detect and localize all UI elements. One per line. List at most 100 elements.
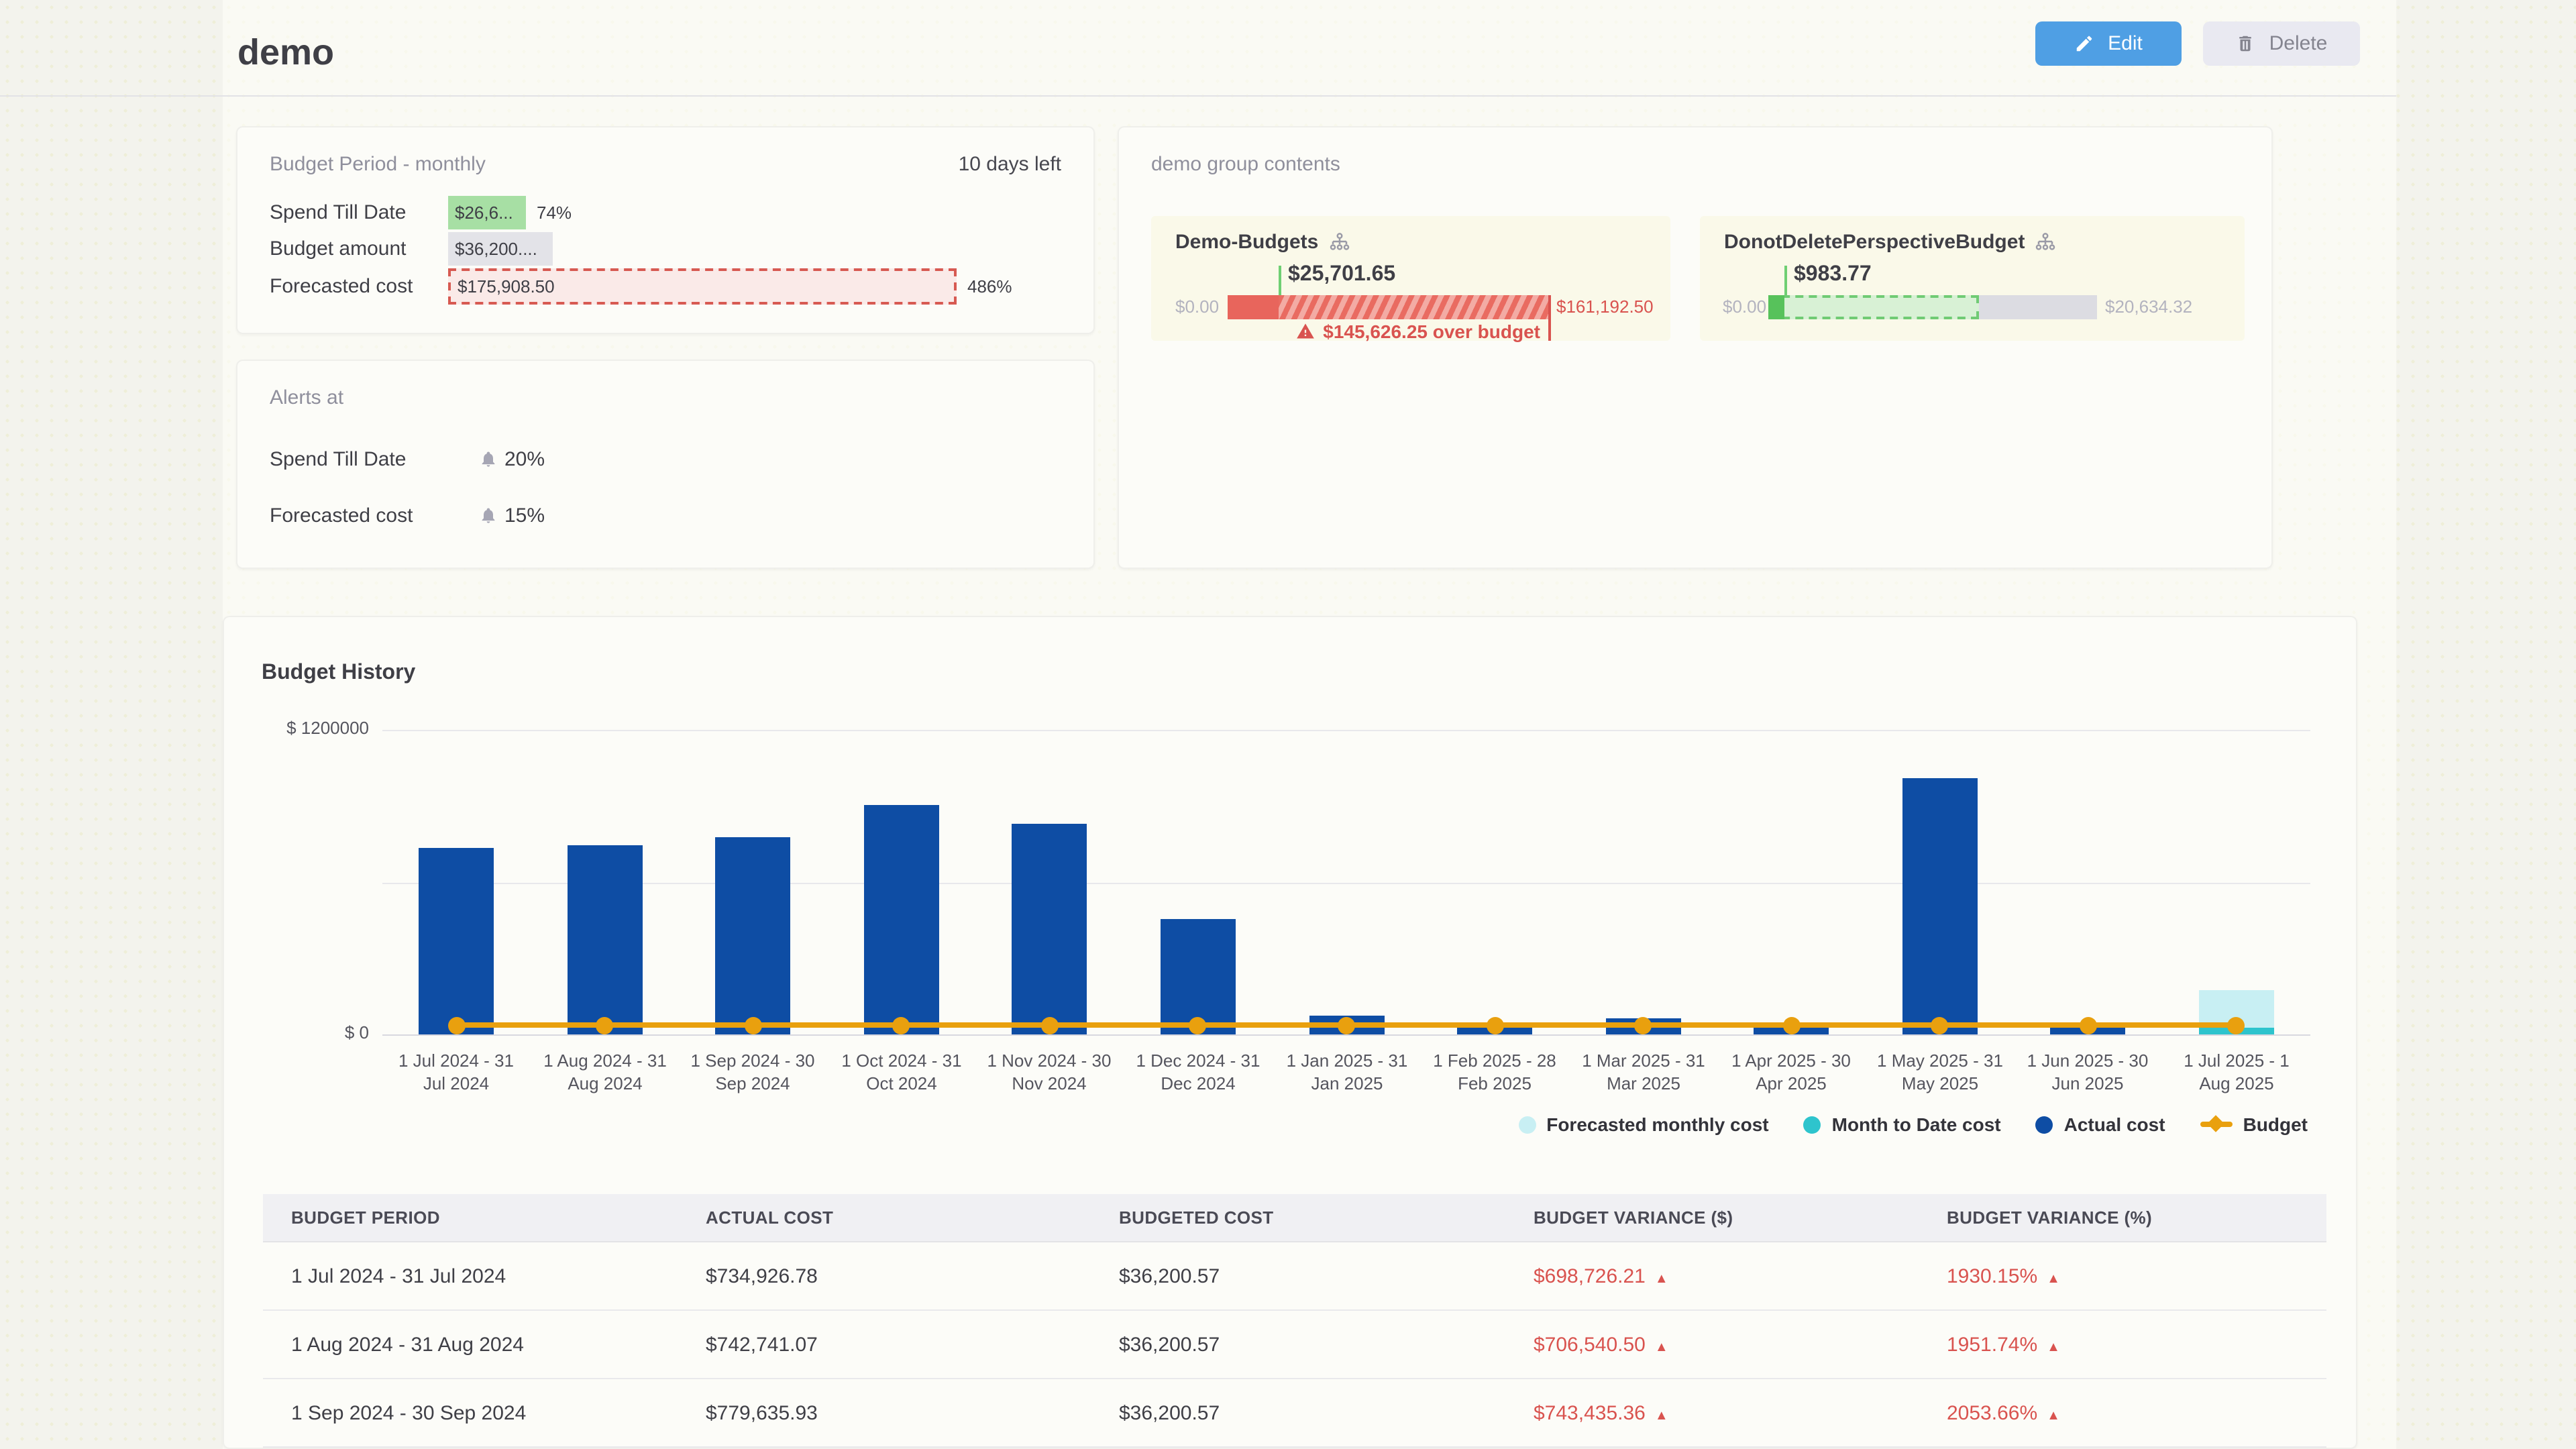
budget-period-card: Budget Period - monthly 10 days left Spe…: [236, 126, 1095, 334]
budget-tile-link[interactable]: DonotDeletePerspectiveBudget: [1724, 231, 2055, 254]
budget-period-rows: Spend Till Date$26,6...74%Budget amount$…: [270, 195, 1061, 306]
x-axis-label-line1: 1 Sep 2024 - 30: [678, 1049, 828, 1072]
budget-period-row-label: Forecasted cost: [270, 274, 448, 297]
cell-budget-variance: $706,540.50 ▲: [1505, 1333, 1919, 1356]
over-budget-arrow-icon: ▲: [1655, 1408, 1668, 1423]
x-axis-label-line2: Mar 2025: [1568, 1072, 1719, 1095]
x-axis-label-line2: Oct 2024: [826, 1072, 977, 1095]
x-axis-label: 1 Oct 2024 - 31Oct 2024: [826, 1049, 977, 1095]
delete-button-label: Delete: [2269, 32, 2328, 55]
variance-pct-value: 1951.74%: [1947, 1333, 2037, 1356]
budget-period-row: Spend Till Date$26,6...74%: [270, 195, 1061, 229]
page-title: demo: [237, 32, 334, 74]
budget-line-marker: [1338, 1017, 1355, 1034]
budget-tile-value: $983.77: [1794, 263, 1872, 287]
budget-tile: Demo-Budgets$25,701.65$0.00$145,626.25 o…: [1151, 216, 1670, 341]
alerts-card-title: Alerts at: [270, 386, 343, 409]
cell-budget-period: 1 Sep 2024 - 30 Sep 2024: [263, 1401, 678, 1424]
budget-line-marker: [1783, 1017, 1801, 1034]
budget-dashboard-page: demo Edit Delete Budget Period - monthly…: [0, 0, 2576, 1449]
table-row: 1 Sep 2024 - 30 Sep 2024$779,635.93$36,2…: [263, 1379, 2326, 1448]
x-axis-label-line2: Aug 2025: [2161, 1072, 2312, 1095]
remaining-segment: [1979, 295, 2097, 319]
alert-threshold: 20%: [479, 447, 545, 470]
legend-item[interactable]: Actual cost: [2036, 1114, 2165, 1135]
bar-min-label: $0.00: [1723, 295, 1766, 319]
actual-cost-bar: [1902, 778, 1978, 1034]
variance-value: $706,540.50: [1534, 1333, 1646, 1356]
x-axis-label-line2: Apr 2025: [1716, 1072, 1866, 1095]
alert-threshold: 15%: [479, 504, 545, 527]
variance-value: $743,435.36: [1534, 1401, 1646, 1424]
cell-budget-period: 1 Jul 2024 - 31 Jul 2024: [263, 1265, 678, 1287]
delete-button[interactable]: Delete: [2203, 21, 2360, 66]
budget-tile-name: DonotDeletePerspectiveBudget: [1724, 231, 2025, 254]
budget-history-plot: 1 Jul 2024 - 31Jul 20241 Aug 2024 - 31Au…: [382, 730, 2310, 1034]
budget-line-marker: [2227, 1017, 2245, 1034]
x-axis-label-line1: 1 Jul 2025 - 1: [2161, 1049, 2312, 1072]
edit-button-label: Edit: [2108, 32, 2143, 55]
x-axis-label-line2: Jul 2024: [381, 1072, 531, 1095]
days-left-label: 10 days left: [959, 153, 1061, 176]
x-axis-label-line2: Dec 2024: [1123, 1072, 1273, 1095]
budget-line-marker: [596, 1017, 613, 1034]
x-axis-label-line2: Jan 2025: [1272, 1072, 1422, 1095]
alert-row: Spend Till Date20%: [270, 431, 1061, 487]
over-budget-arrow-icon: ▲: [1655, 1271, 1668, 1286]
edit-button[interactable]: Edit: [2035, 21, 2182, 66]
group-contents-card-title: demo group contents: [1151, 153, 1340, 176]
x-axis-label-line2: Feb 2025: [1419, 1072, 1570, 1095]
gridline: [382, 1034, 2310, 1036]
x-axis-label: 1 Aug 2024 - 31Aug 2024: [530, 1049, 680, 1095]
budget-tile: DonotDeletePerspectiveBudget $983.77 $0.00…: [1700, 216, 2245, 341]
header-divider: [0, 95, 2396, 97]
cell-budget-variance: $743,435.36 ▲: [1505, 1401, 1919, 1424]
x-axis-label: 1 Jul 2024 - 31Jul 2024: [381, 1049, 531, 1095]
legend-label: Month to Date cost: [1832, 1114, 2001, 1135]
legend-marker: [1804, 1116, 1821, 1133]
hierarchy-icon: [2035, 232, 2055, 252]
x-axis-label-line1: 1 Dec 2024 - 31: [1123, 1049, 1273, 1072]
x-axis-label-line2: Jun 2025: [2012, 1072, 2163, 1095]
alert-row-label: Forecasted cost: [270, 504, 479, 527]
budget-history-table: BUDGET PERIODACTUAL COSTBUDGETED COSTBUD…: [263, 1194, 2326, 1448]
x-axis-label: 1 Jun 2025 - 30Jun 2025: [2012, 1049, 2163, 1095]
variance-pct-value: 1930.15%: [1947, 1265, 2037, 1287]
budget-line-marker: [1634, 1017, 1652, 1034]
budget-line-marker: [1189, 1017, 1206, 1034]
bar-max-label: $161,192.50: [1556, 295, 1654, 319]
table-header-cell: BUDGETED COST: [1091, 1208, 1505, 1228]
over-budget-note: $145,626.25 over budget: [1228, 321, 1540, 342]
budget-progress-bar: [1228, 295, 1548, 319]
legend-item[interactable]: Budget: [2200, 1114, 2308, 1135]
x-axis-label-line1: 1 Feb 2025 - 28: [1419, 1049, 1570, 1072]
budget-tile-value: $25,701.65: [1288, 263, 1395, 287]
over-budget-text: $145,626.25 over budget: [1323, 321, 1540, 342]
budget-tile-link[interactable]: Demo-Budgets: [1175, 231, 1349, 254]
x-axis-label: 1 Nov 2024 - 30Nov 2024: [974, 1049, 1124, 1095]
alert-row: Forecasted cost 15%: [270, 487, 1061, 543]
table-header-cell: BUDGET VARIANCE ($): [1505, 1208, 1919, 1228]
x-axis-label-line1: 1 Jan 2025 - 31: [1272, 1049, 1422, 1072]
group-contents-card: demo group contents Demo-Budgets $25,701.…: [1118, 126, 2273, 569]
x-axis-label-line1: 1 May 2025 - 31: [1865, 1049, 2015, 1072]
x-axis-label-line1: 1 Aug 2024 - 31: [530, 1049, 680, 1072]
legend-item[interactable]: Forecasted monthly cost: [1518, 1114, 1768, 1135]
variance-value: $698,726.21: [1534, 1265, 1646, 1287]
x-axis-label: 1 Jul 2025 - 1Aug 2025: [2161, 1049, 2312, 1095]
actual-cost-bar: [715, 837, 790, 1034]
over-budget-segment: [1279, 295, 1548, 319]
budget-history-card: Budget History $ 1200000 $ 0 1 Jul 2024 …: [223, 616, 2357, 1449]
over-budget-arrow-icon: ▲: [1655, 1340, 1668, 1354]
table-header-cell: ACTUAL COST: [678, 1208, 1091, 1228]
spent-segment: [1768, 295, 1784, 319]
legend-item[interactable]: Month to Date cost: [1804, 1114, 2001, 1135]
budget-line-marker: [892, 1017, 910, 1034]
over-budget-edge-line: [1548, 295, 1551, 341]
cell-budget-variance-pct: 2053.66%▲: [1919, 1401, 2326, 1424]
cell-actual-cost: $734,926.78: [678, 1265, 1091, 1287]
cell-budgeted-cost: $36,200.57: [1091, 1333, 1505, 1356]
cell-budgeted-cost: $36,200.57: [1091, 1401, 1505, 1424]
over-budget-arrow-icon: ▲: [2047, 1408, 2060, 1423]
alert-threshold-value: 15%: [504, 504, 545, 527]
